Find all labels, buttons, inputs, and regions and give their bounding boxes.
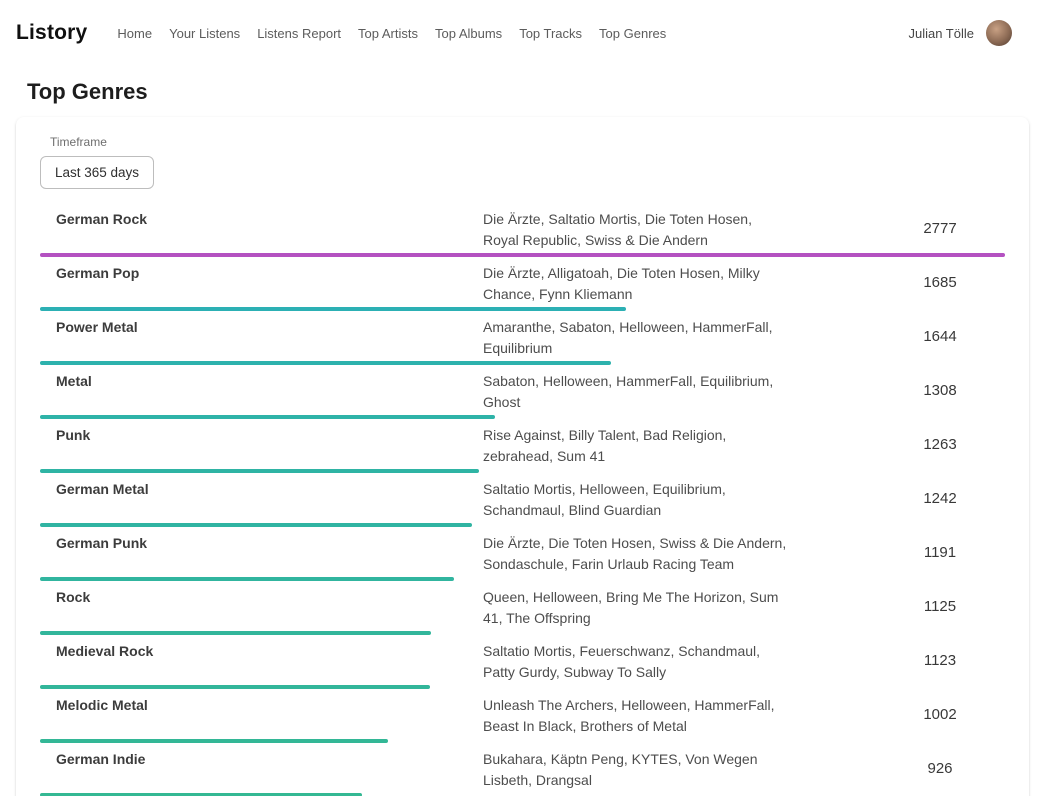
genre-name: German Punk <box>40 527 467 577</box>
nav-item-home[interactable]: Home <box>117 26 152 41</box>
genre-row-main: Punk Rise Against, Billy Talent, Bad Rel… <box>40 419 1005 469</box>
genre-row: Punk Rise Against, Billy Talent, Bad Rel… <box>40 419 1005 473</box>
genre-row: German Metal Saltatio Mortis, Helloween,… <box>40 473 1005 527</box>
genre-artists: Amaranthe, Sabaton, Helloween, HammerFal… <box>483 317 791 359</box>
genre-row: German Punk Die Ärzte, Die Toten Hosen, … <box>40 527 1005 581</box>
genre-count: 926 <box>875 743 1005 793</box>
user-menu[interactable]: Julian Tölle <box>908 20 1012 46</box>
genre-row: German Rock Die Ärzte, Saltatio Mortis, … <box>40 203 1005 257</box>
genre-row-main: Melodic Metal Unleash The Archers, Hello… <box>40 689 1005 739</box>
genre-artists-cell: Saltatio Mortis, Helloween, Equilibrium,… <box>467 473 875 523</box>
main-nav: Home Your Listens Listens Report Top Art… <box>117 26 908 41</box>
genre-row: Metal Sabaton, Helloween, HammerFall, Eq… <box>40 365 1005 419</box>
genre-artists: Rise Against, Billy Talent, Bad Religion… <box>483 425 791 467</box>
genre-row-main: German Pop Die Ärzte, Alligatoah, Die To… <box>40 257 1005 307</box>
nav-item-top-artists[interactable]: Top Artists <box>358 26 418 41</box>
user-avatar[interactable] <box>986 20 1012 46</box>
genre-artists: Saltatio Mortis, Helloween, Equilibrium,… <box>483 479 791 521</box>
genre-artists-cell: Die Ärzte, Saltatio Mortis, Die Toten Ho… <box>467 203 875 253</box>
genre-artists: Die Ärzte, Die Toten Hosen, Swiss & Die … <box>483 533 791 575</box>
genre-name: Metal <box>40 365 467 415</box>
genre-row-main: Metal Sabaton, Helloween, HammerFall, Eq… <box>40 365 1005 415</box>
genre-artists: Queen, Helloween, Bring Me The Horizon, … <box>483 587 791 629</box>
genre-row-main: German Metal Saltatio Mortis, Helloween,… <box>40 473 1005 523</box>
genre-count: 1125 <box>875 581 1005 631</box>
genre-row-main: Medieval Rock Saltatio Mortis, Feuerschw… <box>40 635 1005 685</box>
genre-name: German Indie <box>40 743 467 793</box>
genre-artists-cell: Die Ärzte, Alligatoah, Die Toten Hosen, … <box>467 257 875 307</box>
genre-row-main: German Indie Bukahara, Käptn Peng, KYTES… <box>40 743 1005 793</box>
genre-name: Medieval Rock <box>40 635 467 685</box>
genre-artists: Die Ärzte, Saltatio Mortis, Die Toten Ho… <box>483 209 791 251</box>
genre-name: German Rock <box>40 203 467 253</box>
genre-row-main: Power Metal Amaranthe, Sabaton, Hellowee… <box>40 311 1005 361</box>
genre-name: Melodic Metal <box>40 689 467 739</box>
genre-artists-cell: Rise Against, Billy Talent, Bad Religion… <box>467 419 875 469</box>
nav-item-top-genres[interactable]: Top Genres <box>599 26 666 41</box>
genre-artists-cell: Sabaton, Helloween, HammerFall, Equilibr… <box>467 365 875 415</box>
genre-artists: Unleash The Archers, Helloween, HammerFa… <box>483 695 791 737</box>
genre-row-main: Rock Queen, Helloween, Bring Me The Hori… <box>40 581 1005 631</box>
genre-artists: Saltatio Mortis, Feuerschwanz, Schandmau… <box>483 641 791 683</box>
genre-row: Medieval Rock Saltatio Mortis, Feuerschw… <box>40 635 1005 689</box>
genre-row-main: German Rock Die Ärzte, Saltatio Mortis, … <box>40 203 1005 253</box>
genre-artists-cell: Amaranthe, Sabaton, Helloween, HammerFal… <box>467 311 875 361</box>
genre-name: Power Metal <box>40 311 467 361</box>
genre-count: 1242 <box>875 473 1005 523</box>
genre-name: Rock <box>40 581 467 631</box>
genre-artists-cell: Bukahara, Käptn Peng, KYTES, Von Wegen L… <box>467 743 875 793</box>
genre-row: German Indie Bukahara, Käptn Peng, KYTES… <box>40 743 1005 796</box>
nav-item-top-tracks[interactable]: Top Tracks <box>519 26 582 41</box>
genre-artists-cell: Saltatio Mortis, Feuerschwanz, Schandmau… <box>467 635 875 685</box>
top-genres-card: Timeframe Last 365 days German Rock Die … <box>16 117 1029 796</box>
genre-count: 1123 <box>875 635 1005 685</box>
genre-row: Melodic Metal Unleash The Archers, Hello… <box>40 689 1005 743</box>
genre-count: 1263 <box>875 419 1005 469</box>
genre-count: 1308 <box>875 365 1005 415</box>
genre-artists-cell: Unleash The Archers, Helloween, HammerFa… <box>467 689 875 739</box>
genre-artists: Bukahara, Käptn Peng, KYTES, Von Wegen L… <box>483 749 791 791</box>
top-nav-bar: Listory Home Your Listens Listens Report… <box>0 0 1045 66</box>
genre-name: German Metal <box>40 473 467 523</box>
nav-item-your-listens[interactable]: Your Listens <box>169 26 240 41</box>
genre-artists: Sabaton, Helloween, HammerFall, Equilibr… <box>483 371 791 413</box>
genre-count: 1002 <box>875 689 1005 739</box>
genre-name: German Pop <box>40 257 467 307</box>
genre-count: 2777 <box>875 203 1005 253</box>
app-logo[interactable]: Listory <box>16 21 87 45</box>
genre-artists-cell: Die Ärzte, Die Toten Hosen, Swiss & Die … <box>467 527 875 577</box>
genre-name: Punk <box>40 419 467 469</box>
genre-count: 1644 <box>875 311 1005 361</box>
genre-row: Power Metal Amaranthe, Sabaton, Hellowee… <box>40 311 1005 365</box>
genre-row: German Pop Die Ärzte, Alligatoah, Die To… <box>40 257 1005 311</box>
nav-item-listens-report[interactable]: Listens Report <box>257 26 341 41</box>
user-name: Julian Tölle <box>908 26 974 41</box>
page-title: Top Genres <box>27 79 1045 105</box>
timeframe-select[interactable]: Last 365 days <box>40 156 154 189</box>
timeframe-label: Timeframe <box>50 135 1005 149</box>
genre-artists-cell: Queen, Helloween, Bring Me The Horizon, … <box>467 581 875 631</box>
genre-row: Rock Queen, Helloween, Bring Me The Hori… <box>40 581 1005 635</box>
nav-item-top-albums[interactable]: Top Albums <box>435 26 502 41</box>
genre-row-main: German Punk Die Ärzte, Die Toten Hosen, … <box>40 527 1005 577</box>
genre-count: 1191 <box>875 527 1005 577</box>
genre-artists: Die Ärzte, Alligatoah, Die Toten Hosen, … <box>483 263 791 305</box>
genre-count: 1685 <box>875 257 1005 307</box>
genre-rows: German Rock Die Ärzte, Saltatio Mortis, … <box>40 203 1005 796</box>
